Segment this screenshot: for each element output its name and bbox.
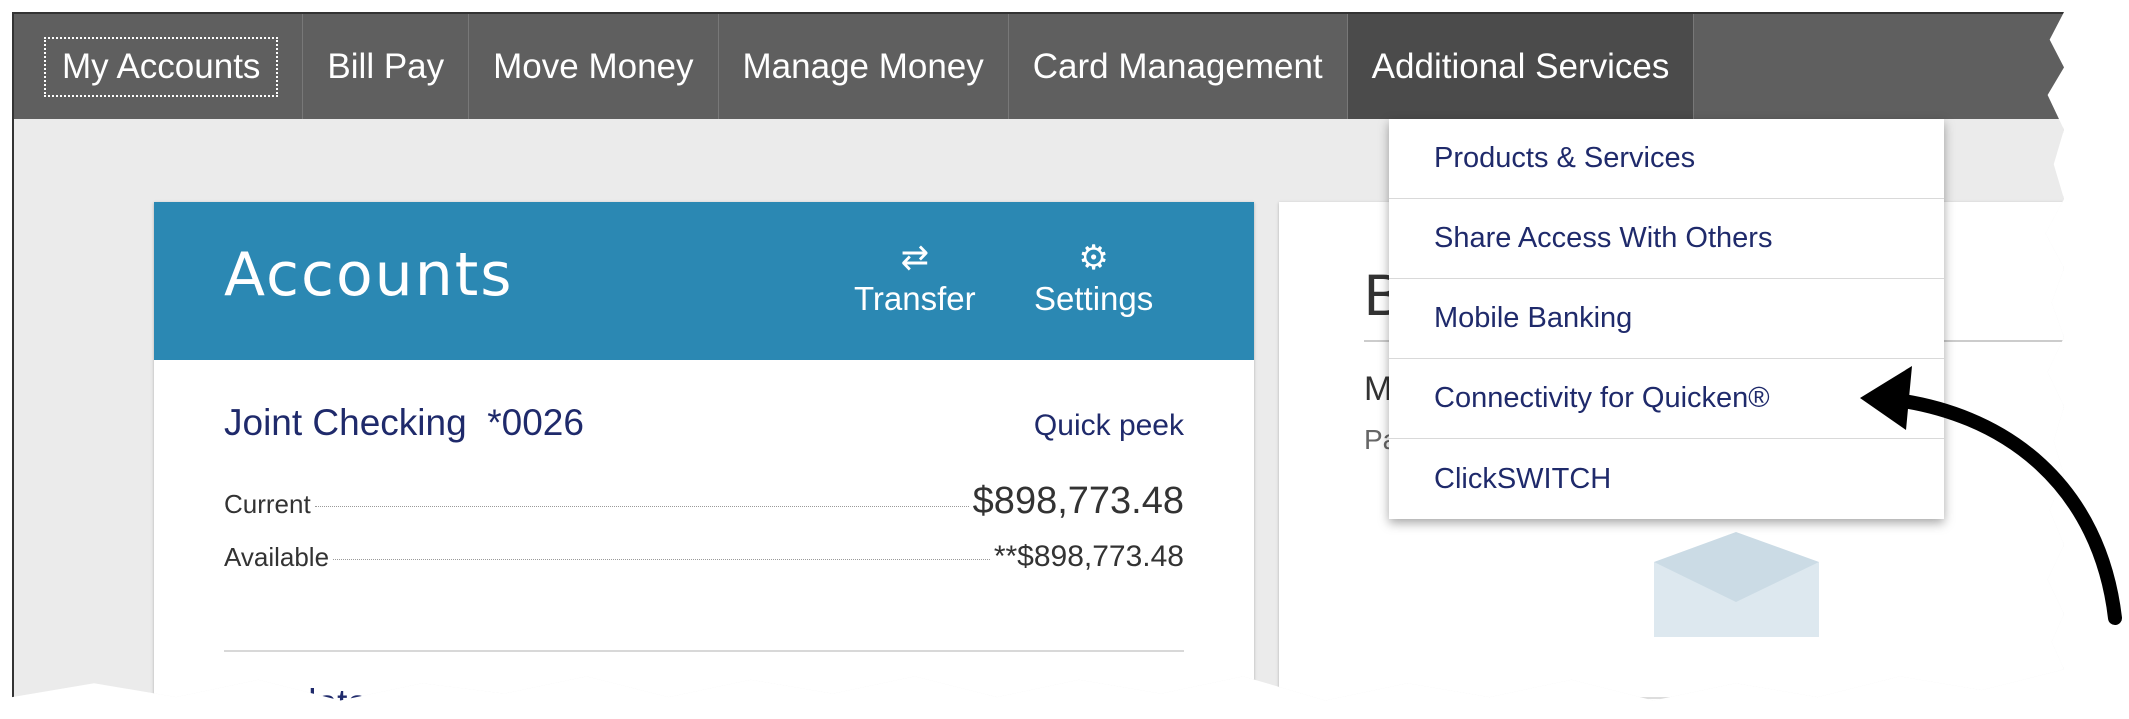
nav-my-accounts[interactable]: My Accounts xyxy=(20,14,304,119)
dotted-leader xyxy=(314,506,969,507)
available-balance-value: **$898,773.48 xyxy=(993,540,1184,573)
account-name-simulator-savings[interactable]: Simulator Savings *0002 xyxy=(224,682,639,701)
quick-peek-link-2[interactable]: Quick peek xyxy=(1034,689,1184,701)
nav-my-accounts-label: My Accounts xyxy=(44,36,279,97)
current-balance-value: $898,773.48 xyxy=(972,480,1184,522)
menu-item-products-services[interactable]: Products & Services xyxy=(1389,119,1944,199)
menu-item-mobile-banking[interactable]: Mobile Banking xyxy=(1389,279,1944,359)
menu-item-share-access[interactable]: Share Access With Others xyxy=(1389,199,1944,279)
screenshot-frame: My Accounts Bill Pay Move Money Manage M… xyxy=(12,12,2064,701)
curved-arrow-icon xyxy=(1860,366,2122,625)
transfer-arrows-icon: ⇄ xyxy=(900,239,930,277)
account-name-joint-checking[interactable]: Joint Checking *0026 xyxy=(224,402,584,444)
available-label: Available xyxy=(224,542,330,572)
nav-bill-pay[interactable]: Bill Pay xyxy=(303,14,470,119)
transfer-label: Transfer xyxy=(854,280,976,317)
current-label: Current xyxy=(224,489,311,519)
settings-button[interactable]: ⚙ Settings xyxy=(1034,240,1153,318)
accounts-card: Accounts ⇄ Transfer ⚙ Settings Joint Che… xyxy=(154,202,1254,701)
nav-manage-money[interactable]: Manage Money xyxy=(719,14,1009,119)
envelope-icon xyxy=(1654,532,1819,637)
nav-move-money[interactable]: Move Money xyxy=(469,14,719,119)
gear-icon: ⚙ xyxy=(1078,239,1109,277)
settings-label: Settings xyxy=(1034,280,1154,317)
current-balance-row: Current $898,773.48 xyxy=(224,480,1184,523)
accounts-title: Accounts xyxy=(224,240,514,310)
transfer-button[interactable]: ⇄ Transfer xyxy=(854,240,976,318)
account-divider xyxy=(224,650,1184,652)
main-nav: My Accounts Bill Pay Move Money Manage M… xyxy=(14,14,2064,119)
quick-peek-link[interactable]: Quick peek xyxy=(1034,409,1184,443)
accounts-card-header: Accounts ⇄ Transfer ⚙ Settings xyxy=(154,202,1254,360)
nav-card-management[interactable]: Card Management xyxy=(1009,14,1348,119)
dotted-leader xyxy=(333,559,990,560)
available-balance-row: Available **$898,773.48 xyxy=(224,540,1184,574)
nav-additional-services[interactable]: Additional Services xyxy=(1347,14,1695,119)
